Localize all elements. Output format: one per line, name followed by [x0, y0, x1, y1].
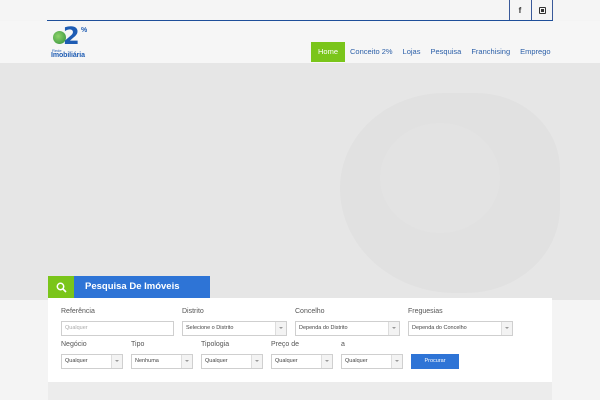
logo-percent: %	[81, 27, 88, 34]
facebook-icon[interactable]: f	[509, 0, 530, 20]
tipologia-value: Qualquer	[205, 358, 228, 364]
label-freguesias: Freguesias	[408, 308, 443, 315]
search-button[interactable]: Procurar	[411, 354, 459, 369]
label-tipologia: Tipologia	[201, 341, 230, 348]
logo-text: Imobiliária	[51, 52, 85, 59]
facebook-glyph: f	[518, 5, 522, 15]
top-bar: f	[0, 0, 600, 20]
label-tipo: Tipo	[131, 341, 145, 348]
logo-number: 2	[63, 22, 80, 50]
tipo-select[interactable]: Nenhuma	[131, 354, 193, 369]
chevron-down-icon	[501, 322, 512, 335]
search-icon[interactable]	[48, 276, 74, 298]
chevron-down-icon	[321, 355, 332, 368]
site-logo[interactable]: 2 % Rede Imobiliária	[50, 22, 90, 60]
chevron-down-icon	[181, 355, 192, 368]
concelho-value: Dependa do Distrito	[299, 325, 348, 331]
referencia-input[interactable]: Qualquer	[61, 321, 174, 336]
preco-a-value: Qualquer	[345, 358, 368, 364]
bottom-strip	[48, 382, 552, 400]
chevron-down-icon	[391, 355, 402, 368]
label-concelho: Concelho	[295, 308, 325, 315]
label-preco-a: a	[341, 341, 345, 348]
hero-banner	[0, 63, 600, 300]
label-referencia: Referência	[61, 308, 95, 315]
nav-item-conceito[interactable]: Conceito 2%	[345, 42, 398, 62]
distrito-value: Selecione o Distrito	[186, 325, 234, 331]
label-distrito: Distrito	[182, 308, 204, 315]
chevron-down-icon	[111, 355, 122, 368]
site-header: 2 % Rede Imobiliária Home Conceito 2% Lo…	[0, 21, 600, 63]
label-preco-de: Preço de	[271, 341, 300, 348]
negocio-value: Qualquer	[65, 358, 88, 364]
tipo-value: Nenhuma	[135, 358, 159, 364]
hero-background-shape-inner	[380, 123, 500, 233]
youtube-icon[interactable]	[531, 0, 553, 20]
freguesias-select[interactable]: Dependa do Concelho	[408, 321, 513, 336]
label-negocio: Negócio	[61, 341, 87, 348]
nav-item-emprego[interactable]: Emprego	[515, 42, 555, 62]
preco-de-value: Qualquer	[275, 358, 298, 364]
nav-item-franchising[interactable]: Franchising	[466, 42, 515, 62]
nav-item-home[interactable]: Home	[311, 42, 346, 62]
chevron-down-icon	[275, 322, 286, 335]
tipologia-select[interactable]: Qualquer	[201, 354, 263, 369]
search-title: Pesquisa De Imóveis	[74, 276, 210, 298]
distrito-select[interactable]: Selecione o Distrito	[182, 321, 287, 336]
chevron-down-icon	[388, 322, 399, 335]
search-tab: Pesquisa De Imóveis	[48, 276, 210, 298]
chevron-down-icon	[251, 355, 262, 368]
concelho-select[interactable]: Dependa do Distrito	[295, 321, 400, 336]
nav-item-pesquisa[interactable]: Pesquisa	[425, 42, 466, 62]
preco-de-select[interactable]: Qualquer	[271, 354, 333, 369]
negocio-select[interactable]: Qualquer	[61, 354, 123, 369]
search-panel: Referência Distrito Concelho Freguesias …	[48, 298, 552, 382]
preco-a-select[interactable]: Qualquer	[341, 354, 403, 369]
freguesias-value: Dependa do Concelho	[412, 325, 467, 331]
youtube-glyph	[538, 6, 546, 14]
main-nav: Home Conceito 2% Lojas Pesquisa Franchis…	[311, 42, 556, 62]
nav-item-lojas[interactable]: Lojas	[398, 42, 426, 62]
